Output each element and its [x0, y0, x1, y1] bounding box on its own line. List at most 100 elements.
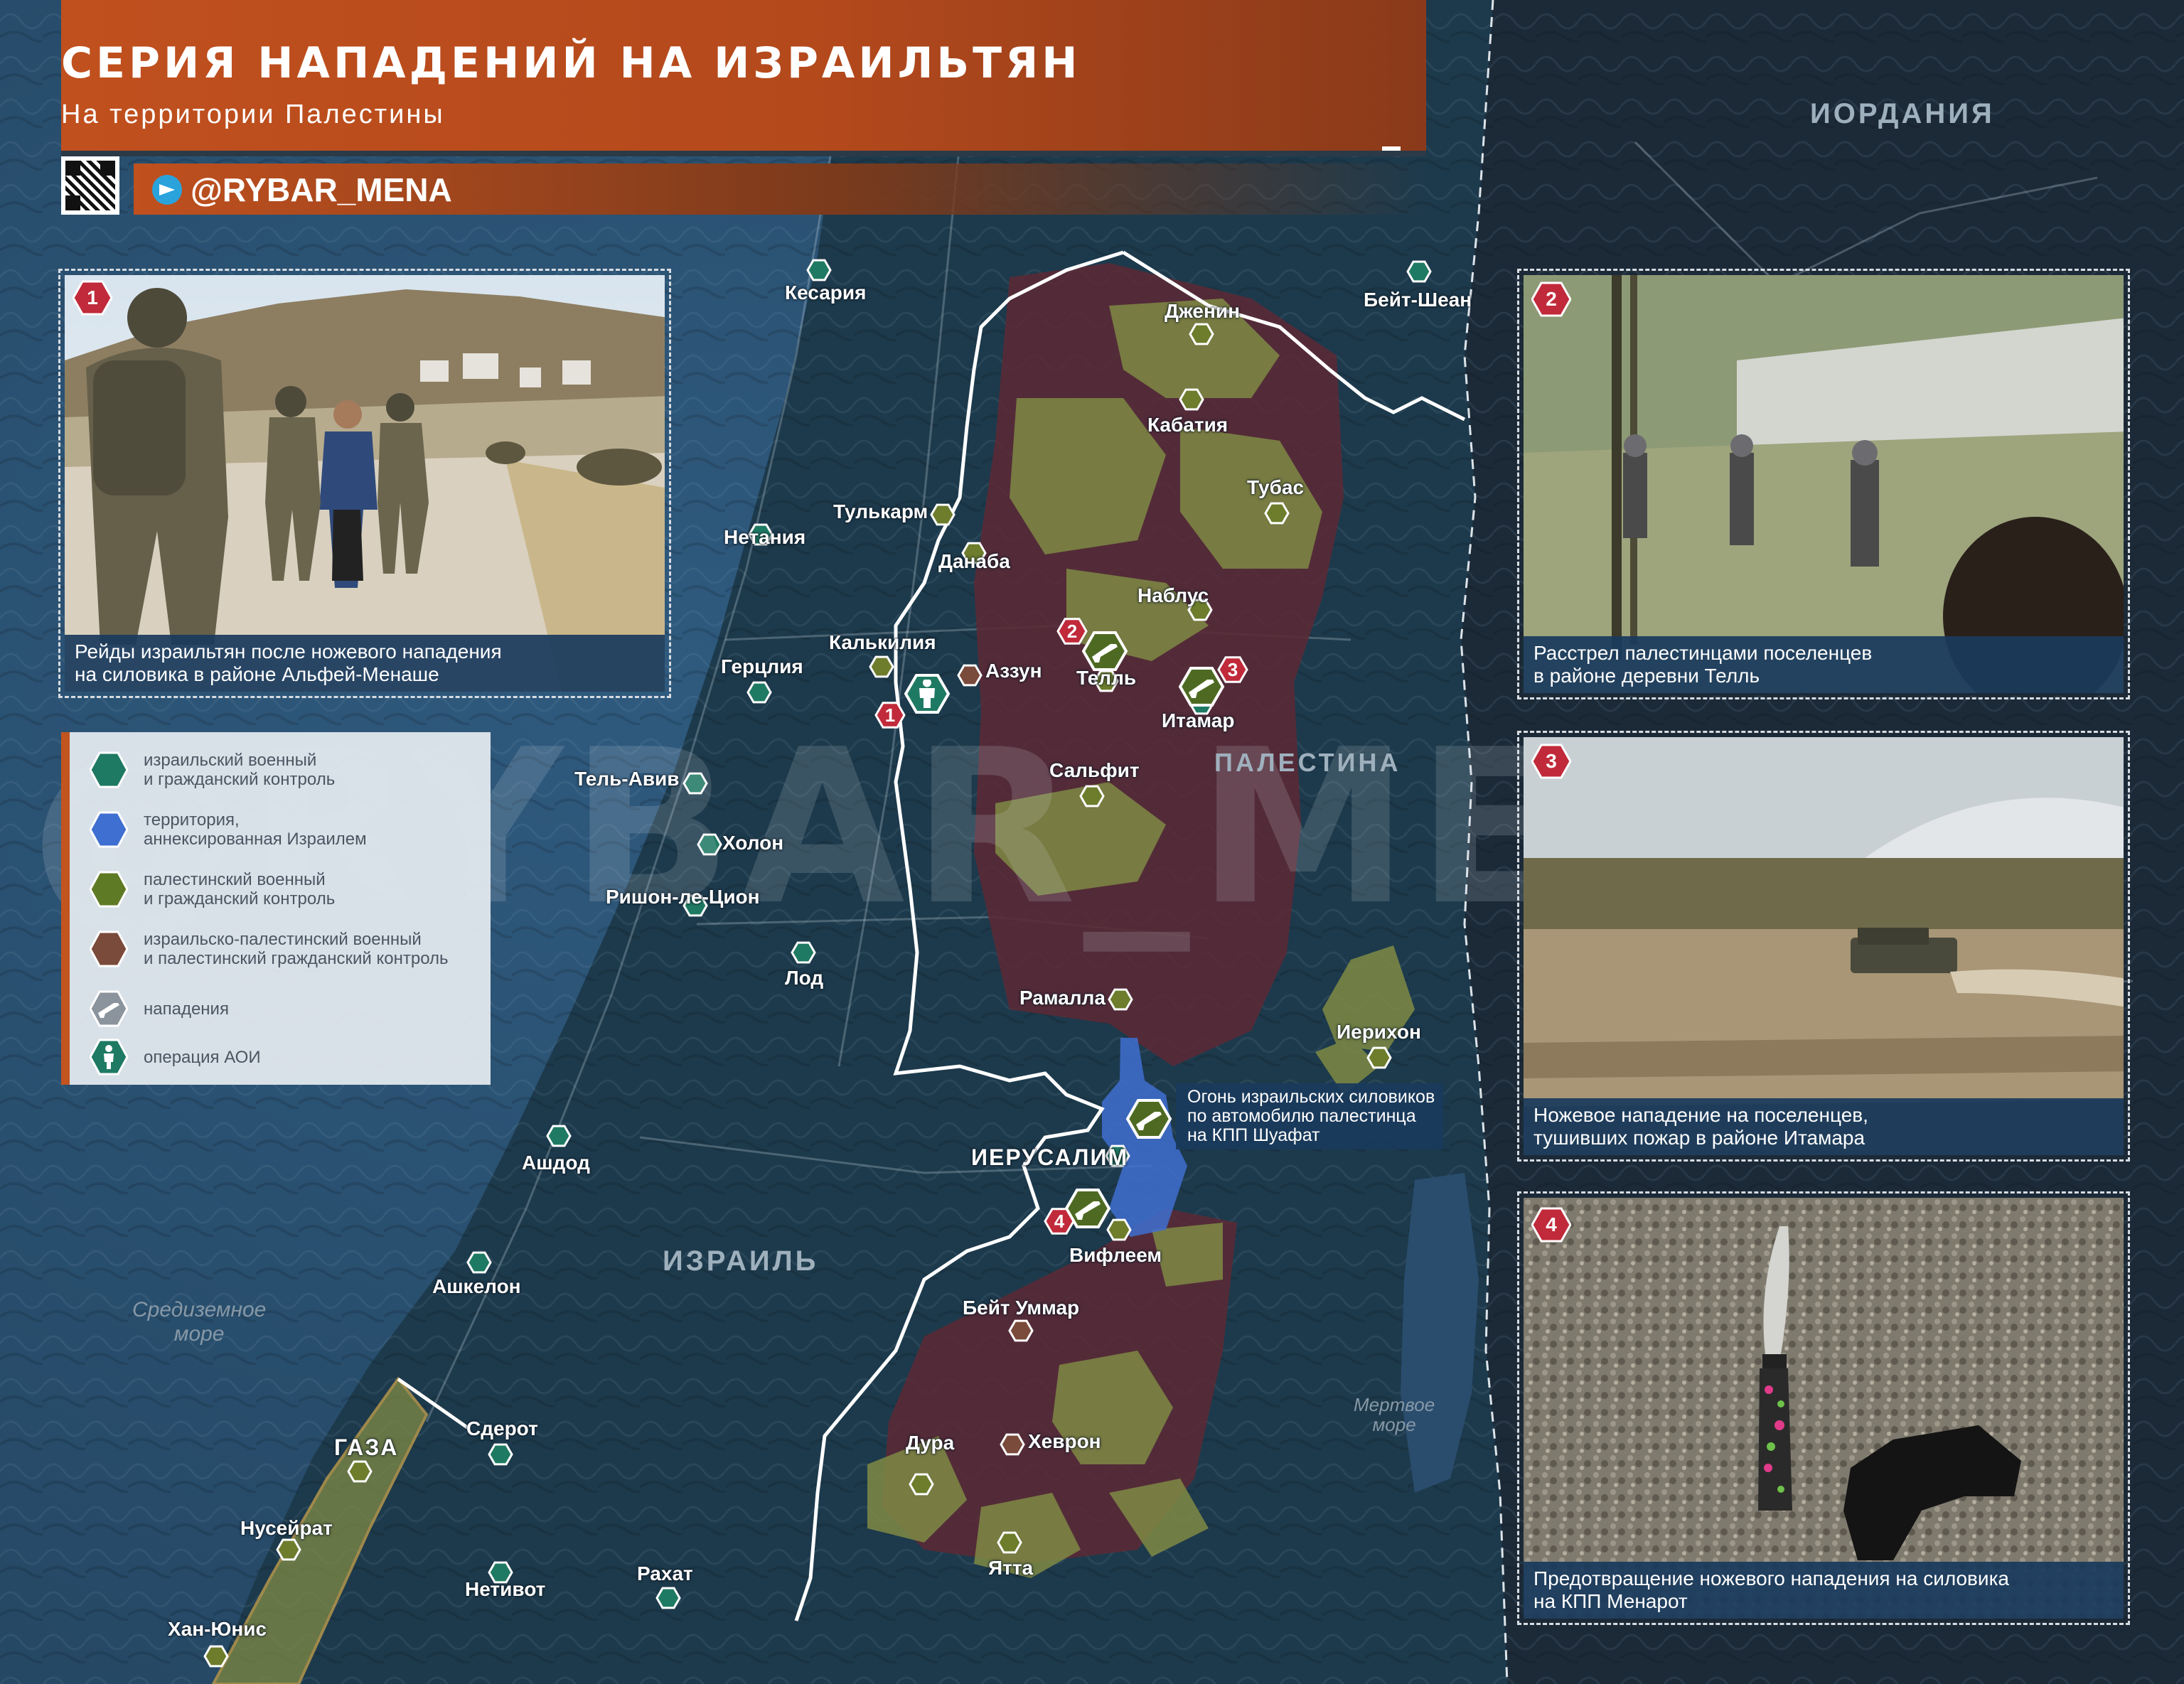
place-label-15[interactable]: Сальфит [1049, 759, 1140, 782]
place-marker-27[interactable] [347, 1460, 373, 1483]
place-label-8[interactable]: Наблус [1138, 584, 1209, 607]
place-label-21[interactable]: ИЕРУСАЛИМ [971, 1144, 1128, 1171]
photo-fire-itamar [1524, 737, 2124, 1155]
place-marker-22[interactable] [546, 1125, 572, 1147]
annexed-territory-hex-icon [90, 811, 128, 848]
photo-card-3[interactable]: Ножевое нападение на поселенцев, тушивших… [1517, 731, 2130, 1162]
place-label-7[interactable]: Данаба [938, 550, 1010, 573]
event-marker-2[interactable] [1178, 667, 1225, 707]
photo-card-2[interactable]: Расстрел палестинцами поселенцев в районе… [1517, 269, 2130, 699]
place-marker-9[interactable] [869, 655, 894, 678]
place-label-31[interactable]: Ятта [988, 1557, 1033, 1580]
card-4-number-badge: 4 [1531, 1207, 1571, 1243]
event-number-badge-3: 3 [1217, 656, 1248, 683]
sea-label-dead-sea: Мертвое море [1354, 1394, 1435, 1435]
place-label-11[interactable]: Аззун [985, 660, 1042, 682]
event-marker-1[interactable] [1081, 631, 1128, 671]
place-marker-24[interactable] [466, 1251, 492, 1274]
shuafat-checkpoint-callout: Огонь израильских силовиков по автомобилю… [1176, 1083, 1444, 1149]
place-label-0[interactable]: Кесария [785, 281, 866, 304]
photo-knife-menarot [1524, 1198, 2124, 1619]
place-label-14[interactable]: Тель-Авив [574, 768, 679, 790]
place-label-34[interactable]: Хан-Юнис [168, 1618, 267, 1641]
place-marker-2[interactable] [1189, 323, 1214, 345]
legend-idf-operation: операция АОИ [90, 1038, 261, 1076]
svg-text:3: 3 [1228, 659, 1238, 680]
place-marker-34[interactable] [203, 1645, 229, 1668]
place-label-28[interactable]: Дура [906, 1432, 954, 1454]
place-label-3[interactable]: Кабатия [1147, 414, 1228, 436]
header-tick [1382, 146, 1401, 151]
photo-shooting-tell [1524, 275, 2124, 693]
place-label-19[interactable]: Рамалла [1019, 987, 1106, 1009]
legend-mixed-control: израильско-палестинский военный и палести… [90, 930, 449, 968]
photo-soldiers-raid [65, 275, 665, 692]
place-marker-0[interactable] [806, 259, 832, 281]
place-marker-29[interactable] [1000, 1433, 1025, 1456]
place-label-29[interactable]: Хеврон [1028, 1430, 1101, 1453]
photo-card-4[interactable]: Предотвращение ножевого нападения на сил… [1517, 1191, 2130, 1625]
qr-code-icon[interactable] [61, 156, 119, 215]
place-label-9[interactable]: Калькилия [829, 631, 936, 654]
event-number-badge-2: 2 [1056, 618, 1088, 645]
place-marker-30[interactable] [276, 1538, 301, 1561]
place-marker-25[interactable] [1008, 1319, 1034, 1342]
place-label-1[interactable]: Бейт-Шеан [1364, 289, 1472, 311]
photo-card-1[interactable]: Рейды израильтян после ножевого нападени… [58, 269, 671, 698]
rifle-icon [90, 990, 128, 1027]
place-marker-31[interactable] [997, 1531, 1022, 1554]
place-label-17[interactable]: Ришон-ле-Цион [606, 886, 760, 908]
place-marker-1[interactable] [1406, 260, 1432, 283]
page-title: СЕРИЯ НАПАДЕНИЙ НА ИЗРАИЛЬТЯН [61, 38, 1081, 88]
place-label-5[interactable]: Тулькарм [833, 500, 928, 523]
sea-label-mediterranean: Средиземное море [132, 1298, 267, 1346]
place-label-30[interactable]: Нусейрат [240, 1517, 333, 1540]
place-label-27[interactable]: ГАЗА [334, 1434, 398, 1461]
place-marker-11[interactable] [957, 664, 983, 687]
header-underline [61, 151, 1426, 156]
event-number-badge-4: 4 [1044, 1208, 1075, 1235]
svg-text:4: 4 [1054, 1211, 1065, 1232]
place-label-33[interactable]: Нетивот [465, 1578, 545, 1601]
place-label-32[interactable]: Рахат [637, 1562, 693, 1585]
soldier-icon [90, 1039, 128, 1076]
place-label-6[interactable]: Нетания [724, 526, 805, 549]
country-label-israel: ИЗРАИЛЬ [663, 1245, 819, 1277]
place-label-2[interactable]: Дженин [1165, 300, 1240, 323]
place-label-25[interactable]: Бейт Уммар [963, 1297, 1079, 1319]
telegram-icon[interactable] [152, 175, 182, 205]
place-marker-26[interactable] [488, 1443, 513, 1466]
channel-link[interactable]: @RYBAR_MENA [191, 171, 452, 209]
legend-palestinian-control: палестинский военный и гражданский контро… [90, 870, 335, 908]
palestinian-control-hex-icon [90, 871, 128, 908]
card-1-number-badge: 1 [73, 280, 112, 316]
photo-card-3-caption: Ножевое нападение на поселенцев, тушивших… [1524, 1098, 2124, 1155]
legend-israeli-control: израильский военный и гражданский контрол… [90, 751, 335, 789]
photo-card-2-caption: Расстрел палестинцами поселенцев в районе… [1524, 636, 2124, 693]
place-marker-32[interactable] [655, 1587, 681, 1609]
place-label-16[interactable]: Холон [722, 832, 783, 854]
place-label-12[interactable]: Телль [1076, 667, 1136, 690]
place-label-18[interactable]: Лод [785, 967, 823, 990]
place-label-4[interactable]: Тубас [1247, 476, 1304, 499]
place-marker-4[interactable] [1264, 502, 1290, 525]
place-label-22[interactable]: Ашдод [522, 1152, 590, 1174]
place-marker-23[interactable] [1106, 1218, 1132, 1241]
place-marker-3[interactable] [1179, 388, 1204, 411]
country-label-palestine: ПАЛЕСТИНА [1214, 748, 1401, 777]
place-marker-5[interactable] [930, 503, 956, 526]
place-label-24[interactable]: Ашкелон [432, 1275, 521, 1298]
legend-attacks: нападения [90, 990, 229, 1028]
place-label-23[interactable]: Вифлеем [1069, 1244, 1162, 1267]
place-marker-10[interactable] [746, 681, 772, 704]
photo-card-1-caption: Рейды израильтян после ножевого нападени… [65, 635, 665, 692]
event-marker-4[interactable] [1125, 1099, 1172, 1139]
place-label-20[interactable]: Иерихон [1337, 1021, 1421, 1044]
place-label-10[interactable]: Герцлия [721, 655, 803, 678]
place-marker-28[interactable] [909, 1473, 934, 1496]
place-marker-20[interactable] [1366, 1046, 1392, 1069]
place-label-26[interactable]: Сдерот [466, 1417, 538, 1440]
place-label-13[interactable]: Итамар [1162, 709, 1234, 732]
place-marker-19[interactable] [1108, 988, 1133, 1011]
card-3-number-badge: 3 [1531, 744, 1571, 779]
